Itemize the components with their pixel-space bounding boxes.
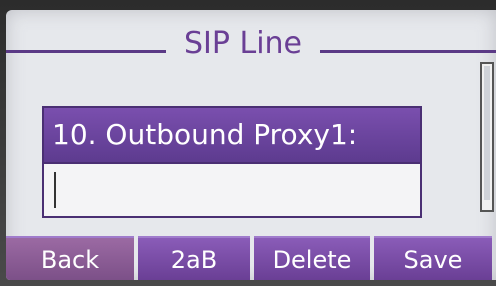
title-bar: SIP Line <box>6 22 496 66</box>
save-softkey[interactable]: Save <box>374 236 492 280</box>
title-divider-left <box>6 50 166 53</box>
title-divider-right <box>320 50 496 53</box>
text-cursor <box>54 172 56 208</box>
back-softkey[interactable]: Back <box>6 236 134 280</box>
scrollbar-thumb[interactable] <box>484 66 490 200</box>
scrollbar[interactable] <box>480 62 494 212</box>
delete-softkey[interactable]: Delete <box>254 236 370 280</box>
phone-bezel: SIP Line 10. Outbound Proxy1: Back 2aB D… <box>0 0 496 286</box>
input-mode-softkey[interactable]: 2aB <box>138 236 250 280</box>
lcd-screen: SIP Line 10. Outbound Proxy1: Back 2aB D… <box>6 10 496 280</box>
outbound-proxy-input[interactable] <box>42 164 422 218</box>
field-label: 10. Outbound Proxy1: <box>42 106 422 164</box>
softkey-bar: Back 2aB Delete Save <box>6 236 496 280</box>
outbound-proxy-field[interactable]: 10. Outbound Proxy1: <box>42 106 422 222</box>
page-title: SIP Line <box>183 26 303 61</box>
